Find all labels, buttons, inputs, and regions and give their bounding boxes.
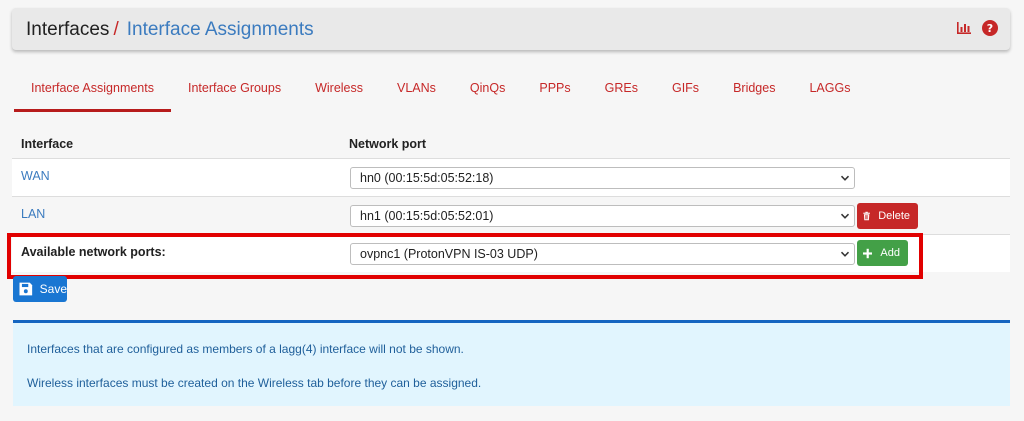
chevron-down-icon	[840, 213, 850, 219]
chevron-down-icon	[840, 175, 850, 181]
tab-ppps[interactable]: PPPs	[522, 70, 587, 112]
table-row-lan: LAN hn1 (00:15:5d:05:52:01) Delete	[12, 196, 1010, 234]
info-text-lagg: Interfaces that are configured as member…	[27, 342, 464, 356]
chevron-down-icon	[840, 251, 850, 257]
tab-wireless[interactable]: Wireless	[298, 70, 380, 112]
header-icons: ?	[956, 20, 998, 36]
svg-text:?: ?	[987, 22, 993, 35]
tab-vlans[interactable]: VLANs	[380, 70, 453, 112]
interface-link-wan[interactable]: WAN	[21, 169, 50, 183]
tab-qinqs[interactable]: QinQs	[453, 70, 522, 112]
save-button-label: Save	[39, 282, 67, 296]
plus-icon	[863, 248, 873, 258]
breadcrumb-separator: /	[113, 19, 119, 40]
network-port-select-lan[interactable]: hn1 (00:15:5d:05:52:01)	[350, 205, 855, 227]
table-row-available-ports: Available network ports: ovpnc1 (ProtonV…	[12, 234, 1010, 272]
info-box: Interfaces that are configured as member…	[13, 320, 1010, 406]
select-value: hn0 (00:15:5d:05:52:18)	[360, 171, 494, 185]
save-button[interactable]: Save	[13, 276, 67, 302]
trash-icon	[863, 211, 870, 221]
table-header-row: Interface Network port	[12, 128, 1010, 158]
tab-interface-groups[interactable]: Interface Groups	[171, 70, 298, 112]
breadcrumb-interfaces[interactable]: Interfaces	[26, 19, 109, 40]
breadcrumb: Interfaces / Interface Assignments	[26, 19, 314, 41]
add-button[interactable]: Add	[857, 240, 908, 266]
save-icon	[19, 282, 33, 296]
bar-chart-icon[interactable]	[956, 21, 972, 35]
column-header-interface: Interface	[21, 137, 74, 151]
available-ports-select[interactable]: ovpnc1 (ProtonVPN IS-03 UDP)	[350, 243, 855, 265]
interface-assignments-table: Interface Network port WAN hn0 (00:15:5d…	[12, 128, 1010, 272]
page-header: Interfaces / Interface Assignments ?	[12, 8, 1010, 50]
table-row-wan: WAN hn0 (00:15:5d:05:52:18)	[12, 158, 1010, 196]
delete-button-label: Delete	[878, 210, 910, 222]
tab-gifs[interactable]: GIFs	[655, 70, 716, 112]
info-text-wireless: Wireless interfaces must be created on t…	[27, 376, 482, 390]
tab-gres[interactable]: GREs	[588, 70, 655, 112]
network-port-select-wan[interactable]: hn0 (00:15:5d:05:52:18)	[350, 167, 855, 189]
select-value: ovpnc1 (ProtonVPN IS-03 UDP)	[360, 247, 538, 261]
tab-laggs[interactable]: LAGGs	[792, 70, 867, 112]
breadcrumb-interface-assignments[interactable]: Interface Assignments	[127, 19, 314, 40]
delete-button[interactable]: Delete	[857, 203, 918, 229]
help-icon[interactable]: ?	[982, 20, 998, 36]
available-ports-label: Available network ports:	[21, 245, 166, 259]
tab-bar: Interface Assignments Interface Groups W…	[14, 70, 867, 112]
tab-interface-assignments[interactable]: Interface Assignments	[14, 70, 171, 112]
interface-link-lan[interactable]: LAN	[21, 207, 45, 221]
tab-bridges[interactable]: Bridges	[716, 70, 792, 112]
column-header-network-port: Network port	[349, 137, 427, 151]
add-button-label: Add	[880, 247, 900, 259]
select-value: hn1 (00:15:5d:05:52:01)	[360, 209, 494, 223]
